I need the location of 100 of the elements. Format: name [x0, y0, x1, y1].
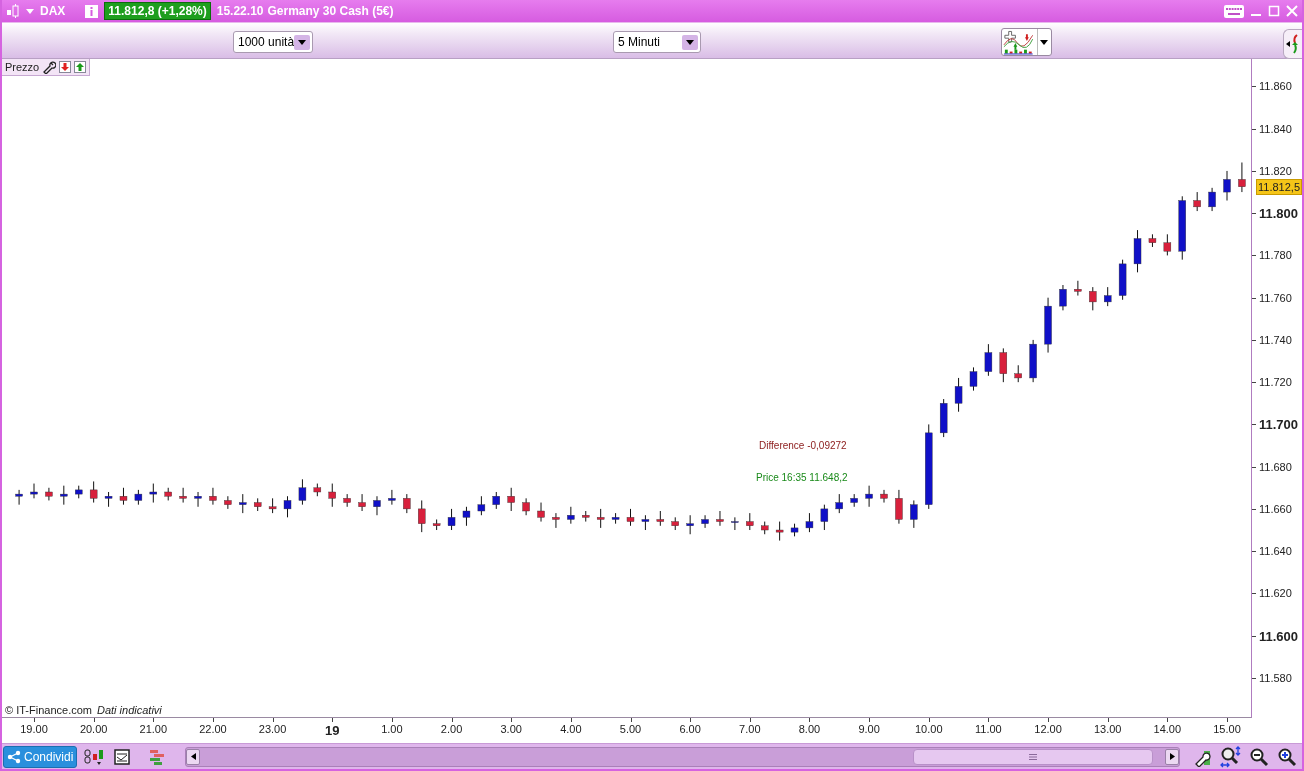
right-arrow-icon [1169, 753, 1175, 760]
share-icon [7, 749, 21, 764]
candlestick [880, 489, 888, 504]
candlestick [149, 483, 157, 504]
x-axis-label: 10.00 [915, 723, 943, 735]
disclaimer-text: Dati indicativi [96, 704, 162, 716]
candlestick [358, 493, 366, 512]
x-axis-label: 22.00 [199, 723, 227, 735]
caret-icon [1040, 39, 1049, 45]
x-axis-label: 19 [325, 723, 340, 738]
x-axis-label: 11.00 [975, 723, 1002, 735]
y-axis-label: 11.700 [1259, 416, 1299, 432]
candlestick [1208, 187, 1216, 212]
candlestick [388, 489, 396, 506]
candlestick [552, 512, 560, 529]
x-axis-label: 19.00 [20, 723, 48, 735]
candlestick [775, 521, 784, 542]
x-axis-label: 15.00 [1213, 723, 1241, 735]
x-axis-label: 21.00 [139, 723, 168, 735]
y-axis-label: 11.740 [1259, 333, 1292, 346]
candlestick [596, 508, 605, 529]
x-axis-label: 8.00 [798, 723, 821, 735]
candlestick [999, 347, 1008, 383]
quote-badge: 11.812,8 (+1,28%) [104, 2, 211, 20]
candlestick [239, 493, 247, 514]
scroll-thumb[interactable] [913, 748, 1154, 765]
candlestick [1074, 280, 1082, 297]
candlestick [716, 510, 724, 527]
candlestick [969, 366, 978, 392]
candlestick [537, 502, 545, 523]
candlestick [403, 493, 411, 514]
x-axis-label: 1.00 [381, 723, 403, 735]
candlestick [373, 495, 381, 516]
candlestick [686, 514, 694, 535]
candlestick [477, 495, 486, 516]
interval-dropdown[interactable]: 5 Minuti [613, 31, 701, 53]
units-dropdown[interactable]: 1000 unità [233, 31, 313, 53]
maximize-icon[interactable] [1268, 5, 1280, 17]
difference-annotation: Difference -0,09272 [759, 440, 847, 451]
candlestick [418, 499, 426, 533]
x-axis-label: 5.00 [619, 723, 642, 735]
candlestick [805, 512, 814, 533]
candlestick [1193, 191, 1201, 212]
caret-icon [686, 39, 694, 45]
panel-label[interactable]: Prezzo [2, 59, 91, 76]
close-icon[interactable] [1286, 5, 1298, 17]
x-axis-label: 6.00 [679, 723, 701, 735]
x-axis-label: 3.00 [500, 723, 522, 735]
x-axis-label: 9.00 [858, 723, 880, 735]
keyboard-icon[interactable] [1224, 4, 1244, 18]
y-axis-label: 11.600 [1259, 628, 1299, 644]
indicator-button[interactable] [1001, 28, 1052, 56]
instrument-name: Germany 30 Cash (5€) [267, 4, 394, 18]
y-axis-label: 11.680 [1259, 460, 1292, 473]
candlestick [224, 495, 232, 510]
candlestick [1104, 286, 1112, 307]
horizontal-scrollbar[interactable] [185, 746, 1180, 767]
auto-zoom-icon[interactable] [1220, 745, 1242, 768]
candlestick [328, 483, 336, 508]
scroll-left-button[interactable] [186, 748, 201, 765]
x-axis-label: 2.00 [440, 723, 463, 735]
y-axis-label: 11.780 [1259, 249, 1292, 262]
y-axis-label: 11.800 [1259, 205, 1299, 221]
caret-icon [298, 39, 307, 45]
candlestick [731, 516, 739, 531]
candlestick [895, 489, 903, 525]
up-arrow-icon[interactable] [74, 61, 87, 73]
candlestick [1163, 233, 1172, 256]
y-axis-label: 11.820 [1259, 164, 1292, 177]
candlestick [567, 506, 575, 525]
last-price-label: 11.812,5 [1256, 178, 1302, 195]
y-axis-label: 11.620 [1259, 587, 1292, 600]
x-axis-label: 4.00 [560, 723, 582, 735]
copyright-text: © IT-Finance.com [5, 704, 92, 716]
info-icon[interactable] [85, 4, 99, 18]
candlestick [984, 343, 993, 377]
candlestick-icon[interactable] [6, 4, 20, 18]
candlestick [1059, 284, 1067, 311]
quote-time: 15.22.10 [216, 4, 264, 18]
scroll-right-button[interactable] [1165, 748, 1179, 765]
x-axis-label: 12.00 [1034, 723, 1062, 735]
up-down-arrows-icon [1286, 33, 1300, 55]
price-annotation: Price 16:35 11.648,2 [756, 472, 848, 483]
indicator-chart-icon [1002, 29, 1035, 55]
candlestick [954, 377, 963, 413]
x-axis-label: 7.00 [739, 723, 761, 735]
side-panel-tab[interactable] [1283, 29, 1302, 59]
candlestick [1238, 162, 1246, 193]
wrench-icon[interactable] [42, 60, 57, 74]
candlestick [507, 487, 515, 512]
y-axis-label: 11.640 [1259, 545, 1292, 558]
panel-title: Prezzo [5, 61, 40, 73]
x-axis-label: 23.00 [258, 723, 287, 735]
grip-icon [1029, 753, 1038, 760]
candlestick [701, 514, 709, 529]
candlestick [835, 493, 843, 514]
x-axis-label: 20.00 [79, 723, 108, 735]
candlestick [89, 480, 98, 504]
down-arrow-icon[interactable] [59, 61, 72, 73]
y-axis-label: 11.760 [1259, 291, 1292, 304]
